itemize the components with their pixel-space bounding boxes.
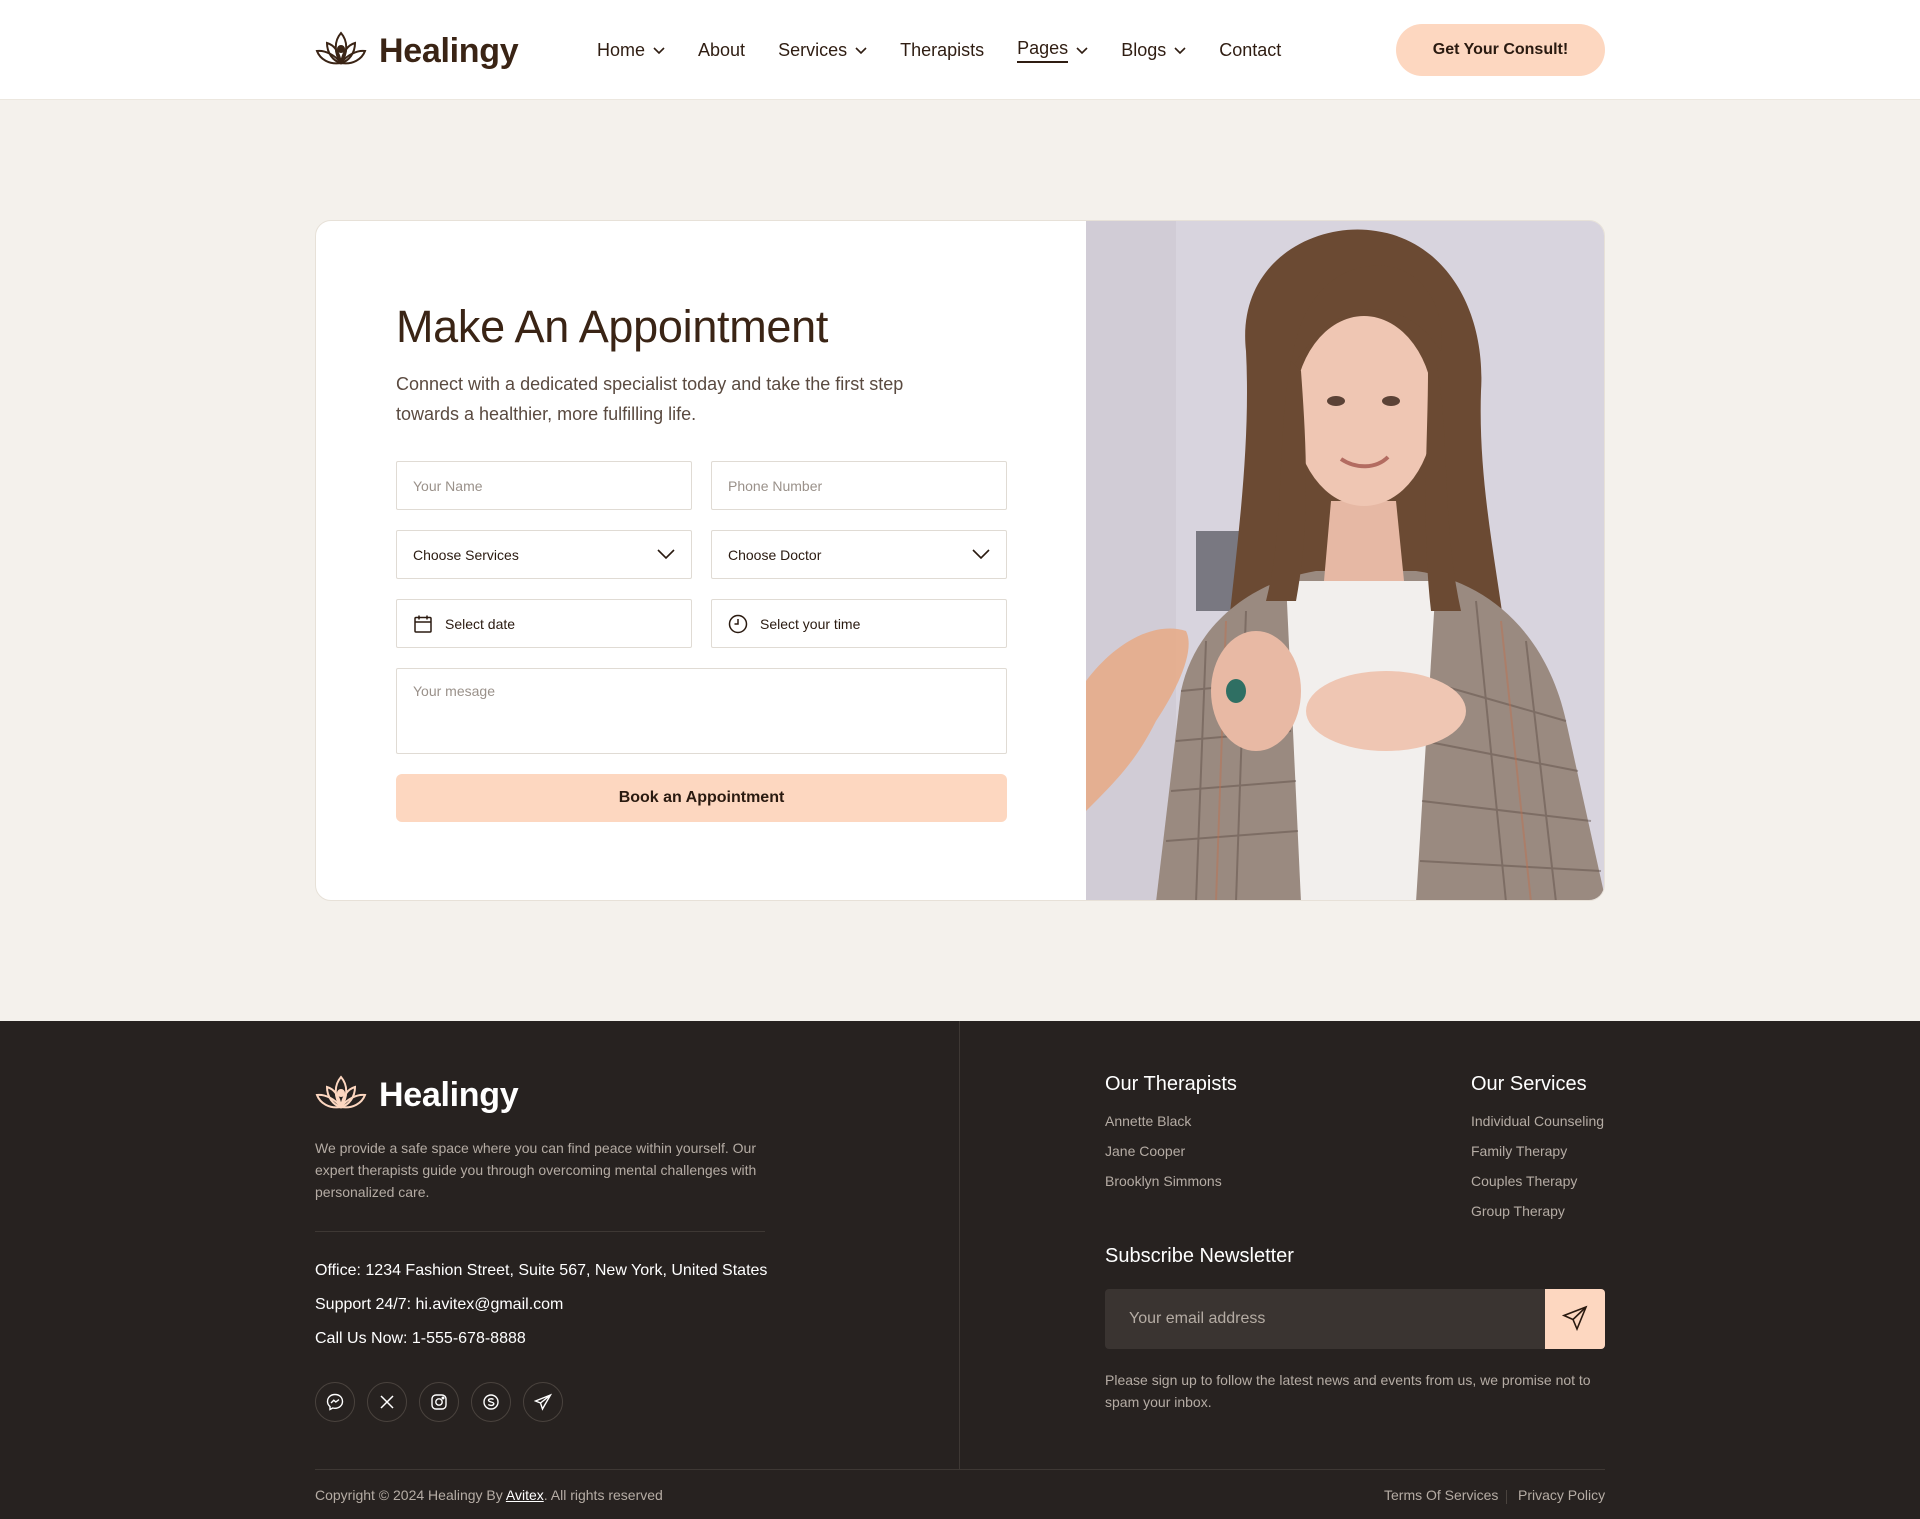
nav-label: About — [698, 40, 746, 60]
footer-brand-name: Healingy — [379, 1076, 519, 1114]
nav-item-about[interactable]: About — [698, 38, 745, 63]
name-input[interactable] — [413, 477, 675, 494]
nav-label: Therapists — [900, 40, 985, 60]
nav-item-contact[interactable]: Contact — [1219, 38, 1281, 63]
newsletter-form — [1105, 1289, 1605, 1349]
footer-divider — [959, 1021, 960, 1469]
chevron-down-icon — [855, 46, 867, 55]
copyright: Copyright © 2024 Healingy By Avitex. All… — [315, 1487, 663, 1503]
footer-description: We provide a safe space where you can fi… — [315, 1140, 757, 1200]
send-icon — [1561, 1305, 1588, 1334]
appointment-title: Make An Appointment — [396, 301, 829, 352]
nav-label: Blogs — [1121, 40, 1167, 60]
lotus-logo-icon — [315, 29, 367, 74]
service-link[interactable]: Group Therapy — [1471, 1203, 1565, 1219]
nav-item-services[interactable]: Services — [778, 38, 867, 63]
message-field[interactable] — [396, 668, 1007, 754]
chevron-down-icon — [653, 46, 665, 55]
services-heading: Our Services — [1471, 1073, 1587, 1095]
instagram-icon[interactable] — [419, 1382, 459, 1422]
telegram-icon[interactable] — [523, 1382, 563, 1422]
appointment-subtitle: Connect with a dedicated specialist toda… — [396, 374, 904, 424]
newsletter-submit-button[interactable] — [1545, 1289, 1605, 1349]
privacy-link[interactable]: Privacy Policy — [1518, 1487, 1605, 1503]
office-address: Office: 1234 Fashion Street, Suite 567, … — [315, 1262, 768, 1279]
newsletter-heading: Subscribe Newsletter — [1105, 1245, 1294, 1267]
chevron-down-icon — [1076, 46, 1088, 55]
therapist-link[interactable]: Jane Cooper — [1105, 1143, 1185, 1159]
terms-link[interactable]: Terms Of Services — [1384, 1487, 1498, 1503]
copyright-suffix: . All rights reserved — [543, 1487, 663, 1503]
phone-input[interactable] — [728, 477, 990, 494]
service-link[interactable]: Family Therapy — [1471, 1143, 1567, 1159]
footer-separator — [315, 1231, 765, 1232]
doctor-select-label: Choose Doctor — [728, 546, 822, 563]
time-picker[interactable]: Select your time — [711, 599, 1007, 648]
nav-label: Pages — [1017, 38, 1069, 63]
service-link[interactable]: Individual Counseling — [1471, 1113, 1604, 1129]
brand-logo[interactable]: Healingy — [315, 29, 519, 74]
lotus-logo-icon — [315, 1073, 367, 1118]
calendar-icon — [413, 614, 433, 634]
book-appointment-button[interactable]: Book an Appointment — [396, 774, 1007, 822]
name-field[interactable] — [396, 461, 692, 510]
brand-name: Healingy — [379, 32, 519, 70]
date-picker-label: Select date — [445, 615, 516, 632]
skype-icon[interactable] — [471, 1382, 511, 1422]
avitex-link[interactable]: Avitex — [506, 1487, 544, 1503]
therapists-heading: Our Therapists — [1105, 1073, 1237, 1095]
main-nav: Home About Services Therapists Pages Blo… — [597, 38, 1314, 63]
appointment-form: Make An Appointment Connect with a dedic… — [316, 221, 1086, 900]
nav-item-blogs[interactable]: Blogs — [1121, 38, 1186, 63]
appointment-card: Make An Appointment Connect with a dedic… — [315, 220, 1605, 901]
newsletter-note: Please sign up to follow the latest news… — [1105, 1372, 1591, 1410]
message-textarea[interactable] — [397, 669, 1006, 753]
phone-field[interactable] — [711, 461, 1007, 510]
legal-divider — [1506, 1490, 1507, 1504]
service-select-label: Choose Services — [413, 546, 519, 563]
service-link[interactable]: Couples Therapy — [1471, 1173, 1577, 1189]
therapist-link[interactable]: Annette Black — [1105, 1113, 1191, 1129]
get-consult-button[interactable]: Get Your Consult! — [1396, 24, 1605, 76]
copyright-prefix: Copyright © 2024 Healingy By — [315, 1487, 506, 1503]
therapist-link[interactable]: Brooklyn Simmons — [1105, 1173, 1222, 1189]
time-picker-label: Select your time — [760, 615, 861, 632]
site-footer: Healingy We provide a safe space where y… — [0, 1021, 1920, 1519]
messenger-icon[interactable] — [315, 1382, 355, 1422]
x-icon[interactable] — [367, 1382, 407, 1422]
nav-item-therapists[interactable]: Therapists — [900, 38, 984, 63]
date-picker[interactable]: Select date — [396, 599, 692, 648]
nav-label: Contact — [1219, 40, 1282, 60]
nav-item-home[interactable]: Home — [597, 38, 665, 63]
nav-label: Services — [778, 40, 848, 60]
therapist-photo — [1086, 221, 1604, 900]
doctor-select[interactable]: Choose Doctor — [711, 530, 1007, 579]
chevron-down-icon — [1174, 46, 1186, 55]
chevron-down-icon — [972, 547, 990, 563]
phone-number[interactable]: Call Us Now: 1-555-678-8888 — [315, 1330, 526, 1348]
service-select[interactable]: Choose Services — [396, 530, 692, 579]
support-email[interactable]: Support 24/7: hi.avitex@gmail.com — [315, 1296, 563, 1314]
nav-item-pages[interactable]: Pages — [1017, 38, 1088, 63]
newsletter-email-input[interactable] — [1105, 1289, 1545, 1349]
footer-brand-logo[interactable]: Healingy — [315, 1073, 519, 1118]
chevron-down-icon — [657, 547, 675, 563]
clock-icon — [728, 614, 748, 634]
footer-bottom-separator — [315, 1469, 1605, 1470]
site-header: Healingy Home About Services Therapists … — [0, 0, 1920, 100]
nav-label: Home — [597, 40, 646, 60]
